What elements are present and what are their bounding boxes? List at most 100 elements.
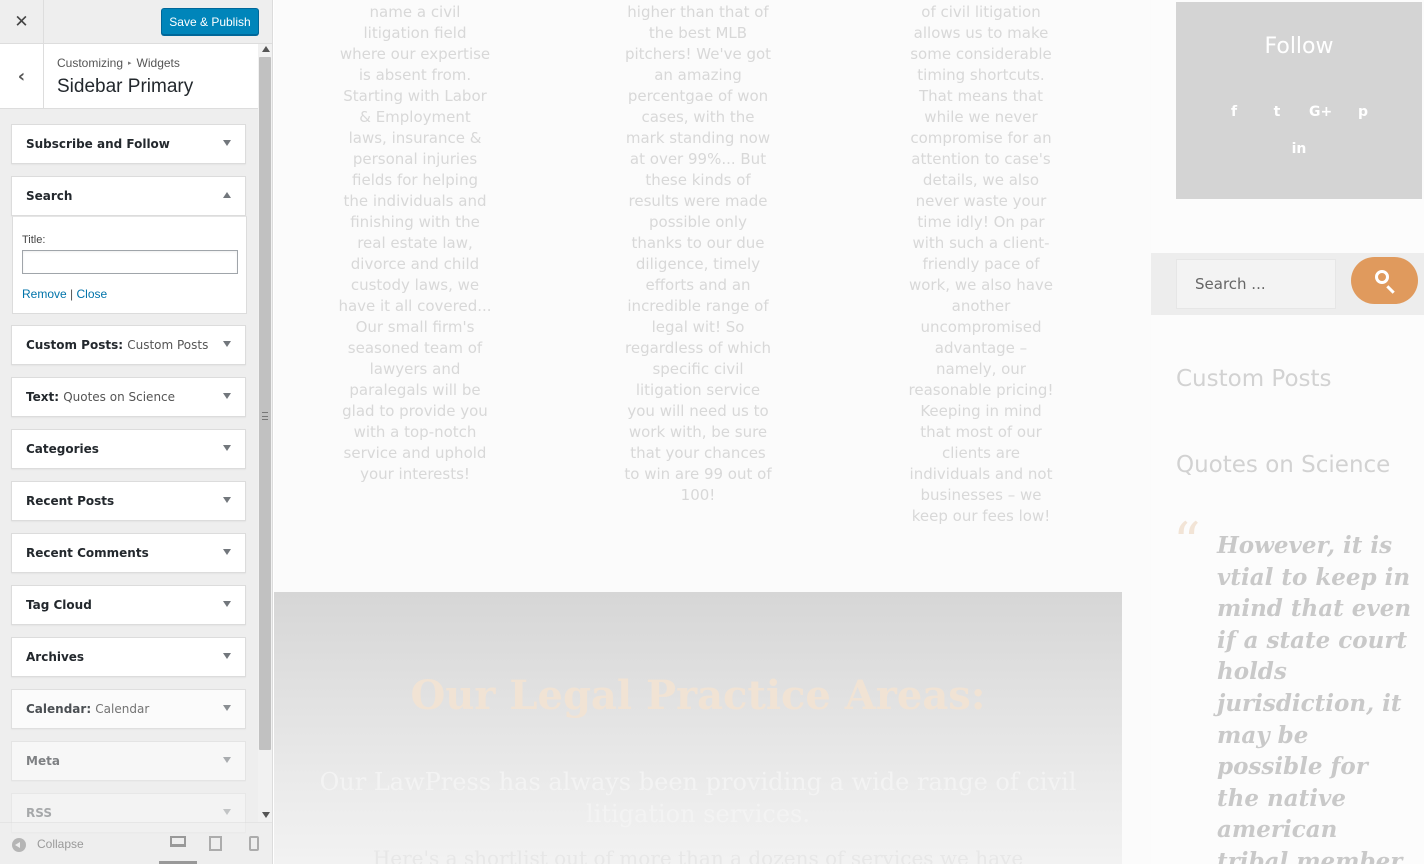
column-line: paralegals will be — [349, 381, 481, 399]
search-widget: Search ... — [1151, 253, 1424, 315]
widget-archives[interactable]: Archives — [11, 637, 246, 677]
quote-text: However, it is vtial to keep in mind that … — [1217, 530, 1417, 864]
column-line: have it all covered... — [338, 297, 492, 315]
column-line: higher than that of — [627, 3, 769, 21]
customizer-app: ✕ Save & Publish ‹ Customizing ▸ Widgets… — [0, 0, 1424, 864]
follow-widget: Follow f t G+ p in — [1176, 2, 1422, 199]
column-line: divorce and child — [350, 255, 480, 273]
widget-recent-posts[interactable]: Recent Posts — [11, 481, 246, 521]
quote-line: mind that even — [1217, 595, 1412, 623]
collapse-icon[interactable] — [12, 838, 26, 852]
column-line: work with, be sure — [628, 423, 768, 441]
widget-title: RSS — [26, 806, 52, 820]
scroll-down-icon[interactable] — [262, 812, 270, 818]
column-line: that most of our — [920, 423, 1042, 441]
column-line: while we never — [924, 108, 1038, 126]
quotes-title: Quotes on Science — [1176, 452, 1391, 478]
widget-meta[interactable]: Meta — [11, 741, 246, 781]
column-line: businesses – we — [920, 486, 1042, 504]
search-widget-form: Title: Remove | Close — [12, 216, 247, 314]
quote-line: may be — [1217, 721, 1309, 749]
close-link[interactable]: Close — [77, 287, 108, 301]
column-line: the best MLB — [648, 24, 748, 42]
save-publish-button[interactable]: Save & Publish — [161, 8, 259, 35]
customizer-panel: ✕ Save & Publish ‹ Customizing ▸ Widgets… — [0, 0, 273, 864]
section-heading: Our Legal Practice Areas: — [410, 672, 986, 719]
customizer-footer: Collapse — [0, 822, 272, 864]
column-line: legal wit! So — [651, 318, 745, 336]
practice-column: higher than that of the best MLB pitchers!… — [618, 2, 778, 506]
column-line: results were made — [628, 192, 768, 210]
chevron-down-icon[interactable] — [223, 705, 231, 711]
widget-type: Calendar — [26, 702, 87, 716]
chevron-down-icon[interactable] — [223, 497, 231, 503]
breadcrumb-current: Widgets — [136, 56, 180, 70]
quote-line: vtial to keep in — [1217, 563, 1411, 591]
chevron-down-icon[interactable] — [223, 757, 231, 763]
widget-categories[interactable]: Categories — [11, 429, 246, 469]
column-line: real estate law, — [357, 234, 473, 252]
column-line: where our expertise — [339, 45, 491, 63]
chevron-left-icon[interactable]: ‹ — [0, 44, 44, 109]
column-line: uncompromised — [920, 318, 1042, 336]
column-line: clients are — [941, 444, 1021, 462]
column-line: details, we also — [922, 171, 1040, 189]
quote-line: holds — [1217, 658, 1287, 686]
column-line: fields for helping — [352, 171, 478, 189]
collapse-button[interactable]: Collapse — [37, 837, 84, 851]
column-line: incredible range of — [627, 297, 769, 315]
pinterest-icon[interactable]: p — [1353, 104, 1373, 120]
remove-link[interactable]: Remove — [22, 287, 67, 301]
breadcrumb-root: Customizing — [57, 56, 124, 70]
widget-title: Categories — [26, 442, 99, 456]
column-line: seasoned team of — [347, 339, 483, 357]
chevron-down-icon[interactable] — [223, 341, 231, 347]
quote-line: the native — [1217, 784, 1346, 812]
search-input[interactable]: Search ... — [1176, 259, 1336, 309]
widget-title: Text: Quotes on Science — [26, 390, 176, 404]
widget-title: Search — [26, 189, 73, 203]
scrollbar-thumb[interactable] — [259, 57, 271, 750]
follow-title: Follow — [1264, 34, 1334, 59]
chevron-down-icon[interactable] — [223, 445, 231, 451]
search-button[interactable] — [1351, 257, 1418, 304]
column-line: an amazing — [654, 66, 742, 84]
widget-recent-comments[interactable]: Recent Comments — [11, 533, 246, 573]
widget-title: Archives — [26, 650, 85, 664]
linkedin-icon[interactable]: in — [1289, 141, 1309, 157]
google-plus-icon[interactable]: G+ — [1309, 104, 1332, 120]
chevron-up-icon[interactable] — [223, 192, 231, 198]
tablet-icon[interactable] — [209, 836, 222, 851]
column-line: is absent from. — [358, 66, 472, 84]
widget-text[interactable]: Text: Quotes on Science — [11, 377, 246, 417]
chevron-down-icon[interactable] — [223, 549, 231, 555]
preview-sidebar: Follow f t G+ p in Search ... Custom Pos… — [1151, 0, 1424, 864]
widget-title: Recent Posts — [26, 494, 115, 508]
chevron-down-icon[interactable] — [223, 653, 231, 659]
title-input[interactable] — [22, 250, 238, 274]
close-icon[interactable]: ✕ — [0, 0, 44, 44]
column-line: glad to provide you — [342, 402, 488, 420]
chevron-down-icon[interactable] — [223, 809, 231, 815]
section-lead: Our LawPress has always been providing a… — [319, 768, 1077, 828]
search-icon — [1375, 270, 1389, 284]
facebook-icon[interactable]: f — [1224, 104, 1244, 120]
widget-title: Subscribe and Follow — [26, 137, 170, 151]
scroll-up-icon[interactable] — [262, 46, 270, 52]
panel-scrollbar[interactable] — [258, 44, 272, 822]
mobile-icon[interactable] — [249, 836, 259, 851]
chevron-down-icon[interactable] — [223, 393, 231, 399]
chevron-down-icon[interactable] — [223, 601, 231, 607]
twitter-icon[interactable]: t — [1267, 104, 1287, 120]
widget-tag-cloud[interactable]: Tag Cloud — [11, 585, 246, 625]
column-line: specific civil — [652, 360, 744, 378]
widget-search[interactable]: Search Title: Remove | Close — [11, 176, 247, 314]
widget-custom-posts[interactable]: Custom Posts: Custom Posts — [11, 325, 246, 365]
widget-subscribe-and-follow[interactable]: Subscribe and Follow — [11, 124, 246, 164]
column-line: litigation service — [635, 381, 761, 399]
desktop-icon[interactable] — [170, 836, 186, 847]
column-line: lawyers and — [369, 360, 461, 378]
widget-calendar[interactable]: Calendar: Calendar — [11, 689, 246, 729]
actions-divider: | — [70, 287, 74, 301]
chevron-down-icon[interactable] — [223, 140, 231, 146]
